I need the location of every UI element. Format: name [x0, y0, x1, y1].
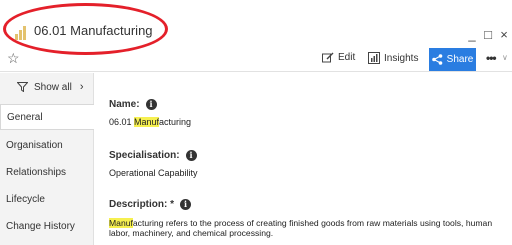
- specialisation-field-label: Specialisation: i: [109, 150, 197, 161]
- general-panel: Name: i 06.01 Manufacturing Specialisati…: [95, 73, 512, 245]
- sidebar-item-organisation[interactable]: Organisation: [0, 132, 94, 158]
- show-all-label: Show all: [34, 81, 72, 93]
- share-icon: [431, 54, 442, 65]
- name-field-label: Name: i: [109, 99, 157, 110]
- sidebar-item-label: Relationships: [6, 166, 67, 178]
- toolbar: ☆ Edit Insights Share ••• ∨: [0, 48, 512, 72]
- info-icon[interactable]: i: [185, 150, 197, 161]
- insights-button[interactable]: Insights: [368, 52, 418, 64]
- name-label: Name:: [109, 99, 140, 110]
- sidebar-item-label: Lifecycle: [6, 193, 45, 205]
- sidebar-item-general[interactable]: General: [0, 104, 94, 130]
- maximize-button[interactable]: □: [482, 27, 494, 42]
- sidebar: Show all › General Organisation Relation…: [0, 73, 94, 245]
- insights-label: Insights: [384, 52, 419, 64]
- filter-icon: [17, 82, 28, 92]
- edit-label: Edit: [338, 52, 356, 63]
- name-value-prefix: 06.01: [109, 117, 135, 127]
- info-icon[interactable]: i: [145, 99, 157, 110]
- favorite-star-icon[interactable]: ☆: [7, 50, 20, 67]
- name-value-rest: acturing: [159, 117, 192, 127]
- description-label: Description: *: [109, 199, 175, 210]
- more-options-button[interactable]: •••: [486, 51, 497, 65]
- specialisation-label: Specialisation:: [109, 150, 180, 161]
- sidebar-item-change-history[interactable]: Change History: [0, 213, 94, 239]
- share-button[interactable]: Share: [429, 48, 476, 71]
- minimize-button[interactable]: _: [466, 27, 478, 42]
- edit-button[interactable]: Edit: [322, 52, 355, 63]
- chevron-down-icon[interactable]: ∨: [502, 53, 508, 62]
- name-value: 06.01 Manufacturing: [109, 117, 191, 127]
- chevron-right-icon: ›: [79, 81, 84, 93]
- sidebar-item-label: Change History: [6, 220, 75, 232]
- share-label: Share: [446, 54, 474, 65]
- specialisation-value: Operational Capability: [109, 168, 198, 178]
- close-button[interactable]: ×: [498, 27, 510, 42]
- sidebar-item-label: Organisation: [6, 139, 63, 151]
- insights-icon: [368, 52, 380, 64]
- show-all-button[interactable]: Show all ›: [0, 73, 94, 101]
- sidebar-item-relationships[interactable]: Relationships: [0, 159, 94, 185]
- description-value-rest: acturing refers to the process of creati…: [109, 218, 493, 238]
- info-icon[interactable]: i: [180, 199, 192, 210]
- search-highlight: Manuf: [109, 218, 133, 228]
- edit-icon: [322, 52, 334, 63]
- description-value: Manufacturing refers to the process of c…: [109, 218, 509, 238]
- description-field-label: Description: * i: [109, 199, 192, 210]
- window-controls: _ □ ×: [466, 27, 510, 42]
- sidebar-item-lifecycle[interactable]: Lifecycle: [0, 186, 94, 212]
- search-highlight: Manuf: [134, 117, 160, 127]
- sidebar-item-label: General: [7, 111, 43, 123]
